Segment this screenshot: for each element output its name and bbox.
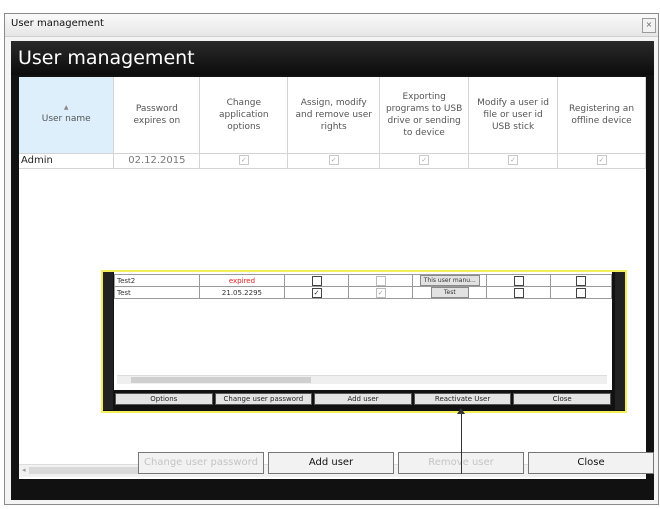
cell-user-name: Admin [19, 153, 115, 169]
column-header-assign-rights[interactable]: Assign, modify and remove user rights [287, 77, 381, 154]
table-row[interactable]: Admin 02.12.2015 ✓ ✓ ✓ ✓ ✓ [19, 153, 646, 169]
checkbox[interactable] [576, 275, 587, 286]
checkbox[interactable] [513, 275, 524, 286]
checkbox[interactable] [375, 275, 386, 286]
title-bar: User management × [5, 14, 658, 37]
callout-arrow [461, 412, 462, 474]
column-header-modify-userid[interactable]: Modify a user id file or user id USB sti… [468, 77, 558, 154]
checkbox[interactable]: ✓ [596, 155, 607, 165]
user-table: ▲ User name Password expires on Change ap… [19, 77, 646, 169]
inset-table-area: Test2 expired This user manu... Test 21.… [114, 272, 612, 390]
column-header-user-name[interactable]: ▲ User name [19, 77, 115, 154]
reactivate-user-button[interactable]: Reactivate User [413, 393, 512, 405]
column-header-exporting[interactable]: Exporting programs to USB drive or sendi… [379, 77, 470, 154]
checkbox[interactable]: ✓ [375, 287, 386, 298]
cell-user-name: Test [114, 286, 200, 299]
sort-arrow-icon: ▲ [63, 103, 69, 111]
checkbox[interactable]: ✓ [311, 287, 322, 298]
change-password-button[interactable]: Change user password [214, 393, 313, 405]
cell-expired: expired [198, 274, 286, 287]
checkbox[interactable] [576, 287, 587, 298]
column-header-password-expires[interactable]: Password expires on [113, 77, 201, 154]
checkbox[interactable]: ✓ [419, 155, 430, 165]
scrollbar-thumb[interactable] [131, 377, 311, 383]
checkbox[interactable]: ✓ [238, 155, 249, 165]
checkbox[interactable]: ✓ [328, 155, 339, 165]
window-title: User management [11, 18, 104, 29]
cell-user-name: Test2 [114, 274, 200, 287]
table-row[interactable]: Test 21.05.2295 ✓ ✓ Test [114, 286, 612, 299]
options-button[interactable]: Options [115, 393, 213, 405]
checkbox[interactable]: ✓ [508, 155, 519, 165]
inset-scrollbar[interactable] [117, 375, 607, 384]
scroll-left-icon[interactable]: ◂ [22, 466, 26, 474]
checkbox[interactable] [513, 287, 524, 298]
add-user-button[interactable]: Add user [268, 452, 394, 474]
column-header-change-options[interactable]: Change application options [199, 77, 289, 154]
button-bar: Change user password Add user Remove use… [138, 452, 654, 474]
user-button[interactable]: Test [430, 287, 469, 298]
checkbox[interactable] [311, 275, 322, 286]
close-icon[interactable]: × [642, 18, 656, 33]
close-button[interactable]: Close [528, 452, 654, 474]
column-header-register-offline[interactable]: Registering an offline device [557, 77, 646, 154]
page-title: User management [11, 41, 654, 75]
add-user-button[interactable]: Add user [314, 393, 412, 405]
cell-password-expires: 21.05.2295 [198, 286, 286, 299]
inset-button-bar: Options Change user password Add user Re… [114, 392, 612, 406]
inset-side-left [103, 272, 113, 410]
zoom-callout: Test2 expired This user manu... Test 21.… [101, 270, 627, 413]
user-button[interactable]: This user manu... [419, 275, 480, 286]
close-button[interactable]: Close [513, 393, 611, 405]
cell-password-expires: 02.12.2015 [113, 153, 201, 169]
change-password-button[interactable]: Change user password [138, 452, 264, 474]
inset-side-right [615, 272, 625, 410]
table-row[interactable]: Test2 expired This user manu... [114, 274, 612, 287]
inset-table: Test2 expired This user manu... Test 21.… [114, 274, 612, 299]
